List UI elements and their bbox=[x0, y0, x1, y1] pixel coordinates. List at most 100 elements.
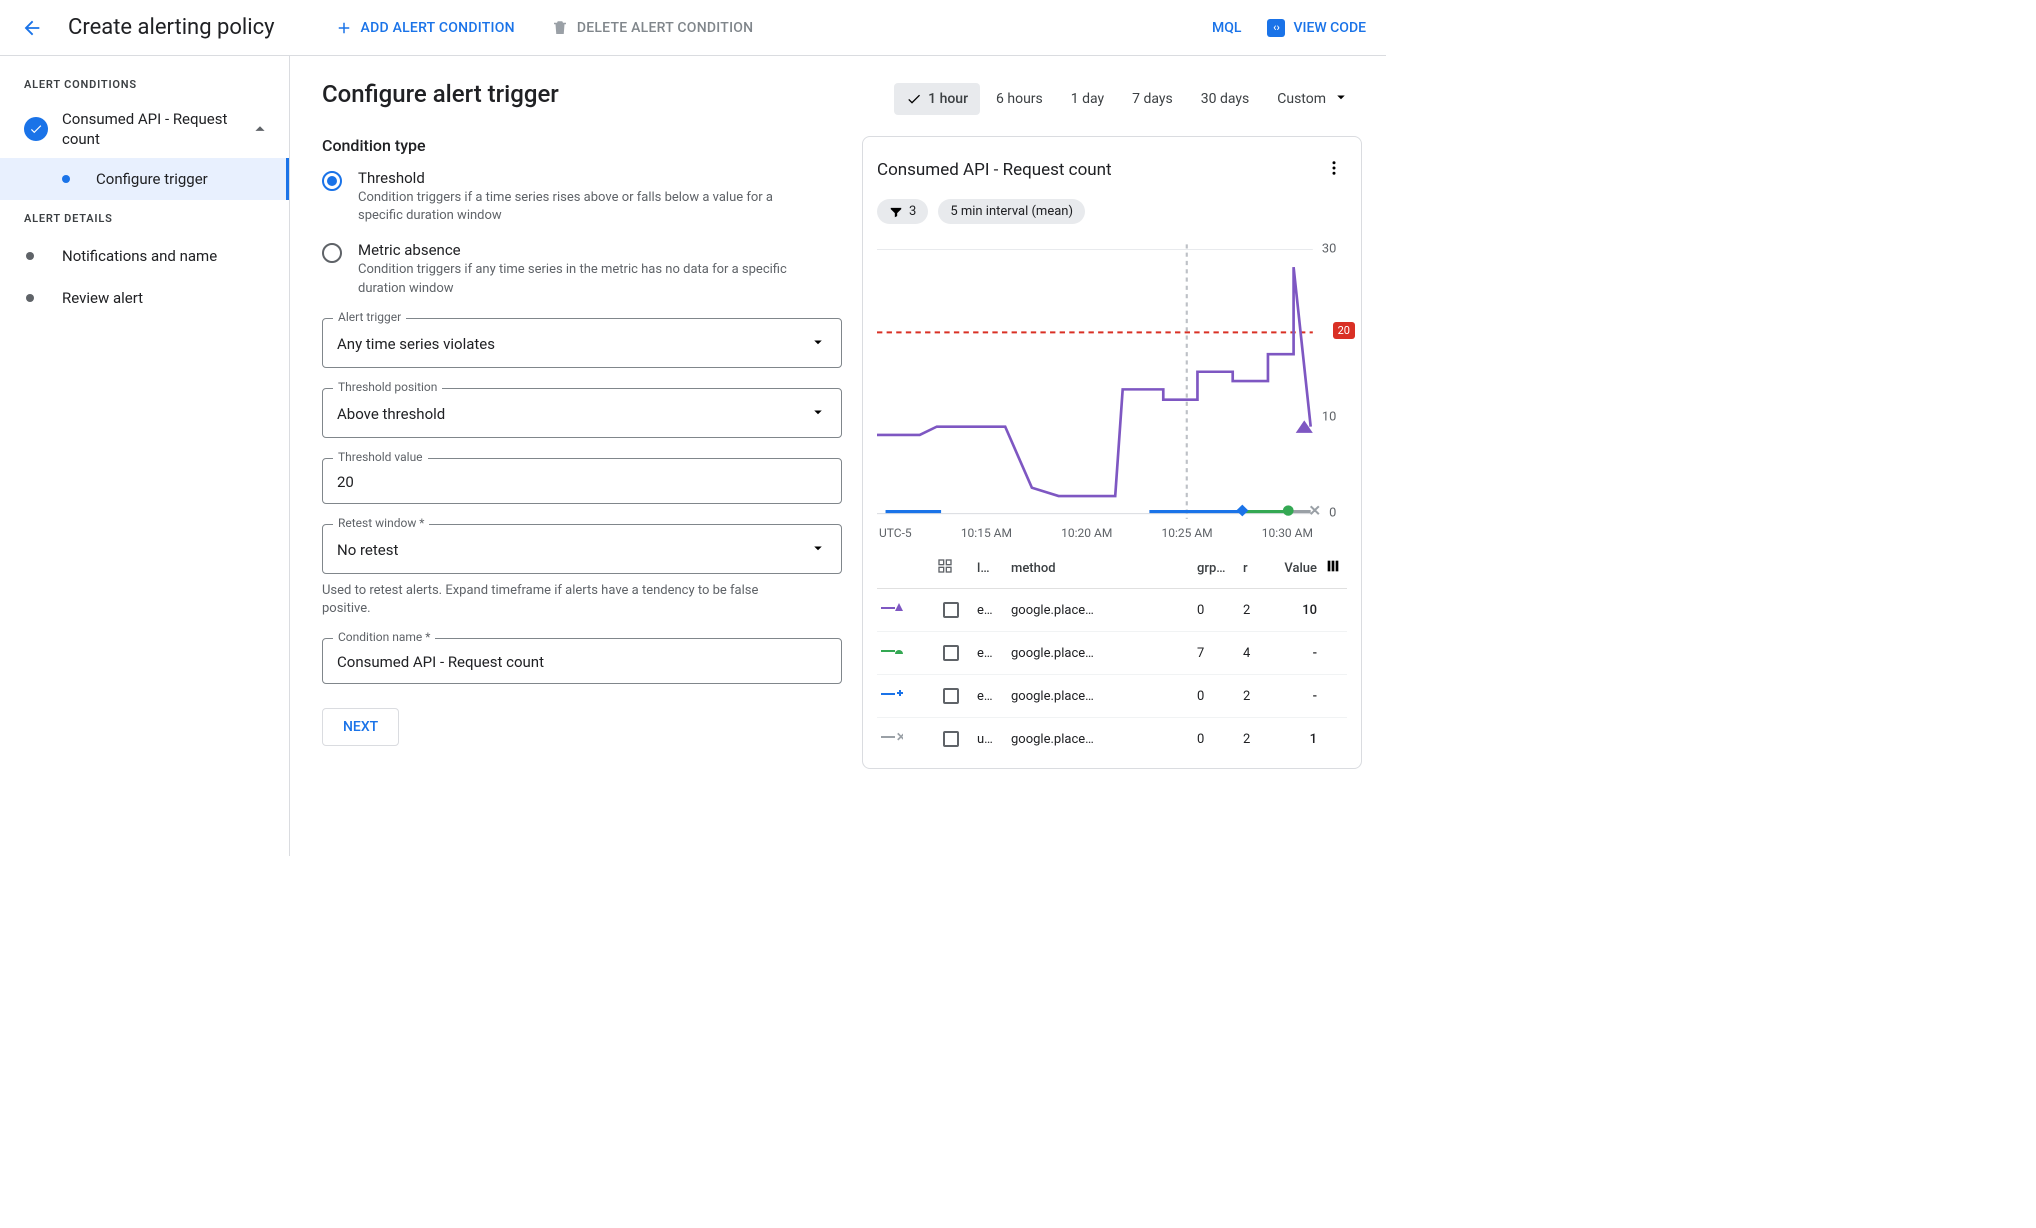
field-value: Any time series violates bbox=[337, 335, 809, 353]
retest-window-select[interactable]: Retest window * No retest bbox=[322, 524, 842, 574]
sidebar-item-label: Notifications and name bbox=[62, 247, 217, 265]
cell-value: - bbox=[1261, 675, 1321, 718]
series-marker-icon bbox=[881, 687, 905, 701]
back-button[interactable] bbox=[20, 16, 44, 40]
top-bar: Create alerting policy ADD ALERT CONDITI… bbox=[0, 0, 1386, 56]
time-tab-label: 1 hour bbox=[928, 91, 968, 107]
row-checkbox[interactable] bbox=[943, 731, 959, 747]
field-label: Alert trigger bbox=[333, 310, 406, 324]
chart-title: Consumed API - Request count bbox=[877, 160, 1321, 180]
cell-value: 1 bbox=[1261, 718, 1321, 761]
col-location[interactable]: l… bbox=[973, 548, 1007, 589]
field-label: Condition name * bbox=[333, 630, 435, 644]
field-label: Retest window * bbox=[333, 516, 429, 530]
field-value: No retest bbox=[337, 541, 809, 559]
chart-timezone: UTC-5 bbox=[879, 526, 912, 540]
view-code-label: VIEW CODE bbox=[1293, 20, 1366, 36]
threshold-position-select[interactable]: Threshold position Above threshold bbox=[322, 388, 842, 438]
time-tab-1d[interactable]: 1 day bbox=[1059, 83, 1116, 115]
time-tab-label: Custom bbox=[1277, 91, 1326, 107]
svg-text:✕: ✕ bbox=[896, 730, 903, 744]
interval-chip[interactable]: 5 min interval (mean) bbox=[938, 199, 1085, 224]
col-r[interactable]: r bbox=[1239, 548, 1261, 589]
svg-text:30: 30 bbox=[1322, 242, 1336, 257]
next-button[interactable]: NEXT bbox=[322, 708, 399, 746]
time-tab-6h[interactable]: 6 hours bbox=[984, 83, 1055, 115]
chart-card: Consumed API - Request count 3 5 min int… bbox=[862, 136, 1362, 769]
sidebar-item-notifications[interactable]: Notifications and name bbox=[0, 235, 289, 277]
view-code-button[interactable]: ‹› VIEW CODE bbox=[1267, 19, 1366, 37]
time-range-tabs: 1 hour 6 hours 1 day 7 days 30 days Cust… bbox=[862, 80, 1362, 118]
radio-metric-absence[interactable]: Metric absence Condition triggers if any… bbox=[322, 241, 842, 297]
cell-value: - bbox=[1261, 632, 1321, 675]
cell-location: e… bbox=[977, 689, 993, 704]
radio-threshold-label: Threshold bbox=[358, 169, 818, 187]
svg-text:✕: ✕ bbox=[1309, 502, 1322, 520]
series-marker-icon bbox=[881, 644, 905, 658]
cell-method: google.place… bbox=[1011, 646, 1094, 661]
cell-grp: 0 bbox=[1193, 589, 1239, 632]
cell-location: u… bbox=[977, 732, 993, 747]
sidebar-item-review-alert[interactable]: Review alert bbox=[0, 277, 289, 319]
bullet-icon bbox=[62, 175, 70, 183]
alert-trigger-select[interactable]: Alert trigger Any time series violates bbox=[322, 318, 842, 368]
bullet-icon bbox=[26, 252, 34, 260]
field-label: Threshold position bbox=[333, 380, 442, 394]
cell-method: google.place… bbox=[1011, 603, 1094, 618]
filter-icon bbox=[889, 205, 903, 219]
x-tick: 10:15 AM bbox=[961, 526, 1012, 540]
row-checkbox[interactable] bbox=[943, 602, 959, 618]
sidebar-condition-item[interactable]: Consumed API - Request count bbox=[0, 101, 289, 158]
table-row[interactable]: e…google.place…0210 bbox=[877, 589, 1347, 632]
sidebar-item-configure-trigger[interactable]: Configure trigger bbox=[0, 158, 289, 200]
legend-table: l… method grp… r Value e… google.place… 02… bbox=[877, 548, 1347, 760]
col-grp[interactable]: grp… bbox=[1193, 548, 1239, 589]
field-value: Above threshold bbox=[337, 405, 809, 423]
threshold-value-input[interactable]: Threshold value 20 bbox=[322, 458, 842, 504]
bullet-icon bbox=[26, 294, 34, 302]
time-tab-7d[interactable]: 7 days bbox=[1120, 83, 1185, 115]
series-marker-icon bbox=[881, 601, 905, 615]
row-checkbox[interactable] bbox=[943, 645, 959, 661]
trash-icon bbox=[551, 19, 569, 37]
cell-r: 2 bbox=[1239, 589, 1261, 632]
x-tick: 10:25 AM bbox=[1161, 526, 1212, 540]
x-tick: 10:20 AM bbox=[1061, 526, 1112, 540]
svg-text:0: 0 bbox=[1329, 506, 1336, 521]
sidebar-condition-label: Consumed API - Request count bbox=[62, 109, 249, 150]
time-tab-1h[interactable]: 1 hour bbox=[894, 83, 980, 115]
retest-helper-text: Used to retest alerts. Expand timeframe … bbox=[322, 582, 802, 618]
col-method[interactable]: method bbox=[1007, 548, 1193, 589]
add-alert-condition-button[interactable]: ADD ALERT CONDITION bbox=[335, 19, 515, 37]
sidebar-item-label: Review alert bbox=[62, 289, 143, 307]
check-circle-icon bbox=[24, 117, 48, 141]
time-tab-custom[interactable]: Custom bbox=[1265, 80, 1362, 118]
filter-count-chip[interactable]: 3 bbox=[877, 199, 928, 224]
grid-icon[interactable] bbox=[933, 548, 973, 589]
alert-conditions-heading: ALERT CONDITIONS bbox=[0, 78, 289, 101]
row-checkbox[interactable] bbox=[943, 688, 959, 704]
columns-icon[interactable] bbox=[1321, 548, 1347, 589]
table-row[interactable]: ✕u…google.place…021 bbox=[877, 718, 1347, 761]
chevron-down-icon bbox=[809, 403, 827, 425]
delete-alert-condition-button[interactable]: DELETE ALERT CONDITION bbox=[551, 19, 754, 37]
table-row[interactable]: e…google.place…74- bbox=[877, 632, 1347, 675]
chart-plot[interactable]: 30 10 0 bbox=[877, 234, 1347, 524]
cell-r: 2 bbox=[1239, 675, 1261, 718]
cell-grp: 0 bbox=[1193, 675, 1239, 718]
table-row[interactable]: e…google.place…02- bbox=[877, 675, 1347, 718]
x-tick: 10:30 AM bbox=[1262, 526, 1313, 540]
chip-label: 3 bbox=[909, 204, 916, 219]
radio-absence-desc: Condition triggers if any time series in… bbox=[358, 261, 818, 297]
series-marker-icon: ✕ bbox=[881, 730, 905, 744]
kebab-menu-button[interactable] bbox=[1321, 155, 1347, 185]
sidebar: ALERT CONDITIONS Consumed API - Request … bbox=[0, 56, 290, 856]
radio-threshold[interactable]: Threshold Condition triggers if a time s… bbox=[322, 169, 842, 225]
condition-name-input[interactable]: Condition name * Consumed API - Request … bbox=[322, 638, 842, 684]
mql-button[interactable]: MQL bbox=[1212, 20, 1241, 36]
page-title: Create alerting policy bbox=[68, 15, 275, 40]
time-tab-30d[interactable]: 30 days bbox=[1189, 83, 1261, 115]
sidebar-item-label: Configure trigger bbox=[96, 170, 208, 188]
chevron-up-icon[interactable] bbox=[249, 118, 271, 140]
col-value[interactable]: Value bbox=[1261, 548, 1321, 589]
